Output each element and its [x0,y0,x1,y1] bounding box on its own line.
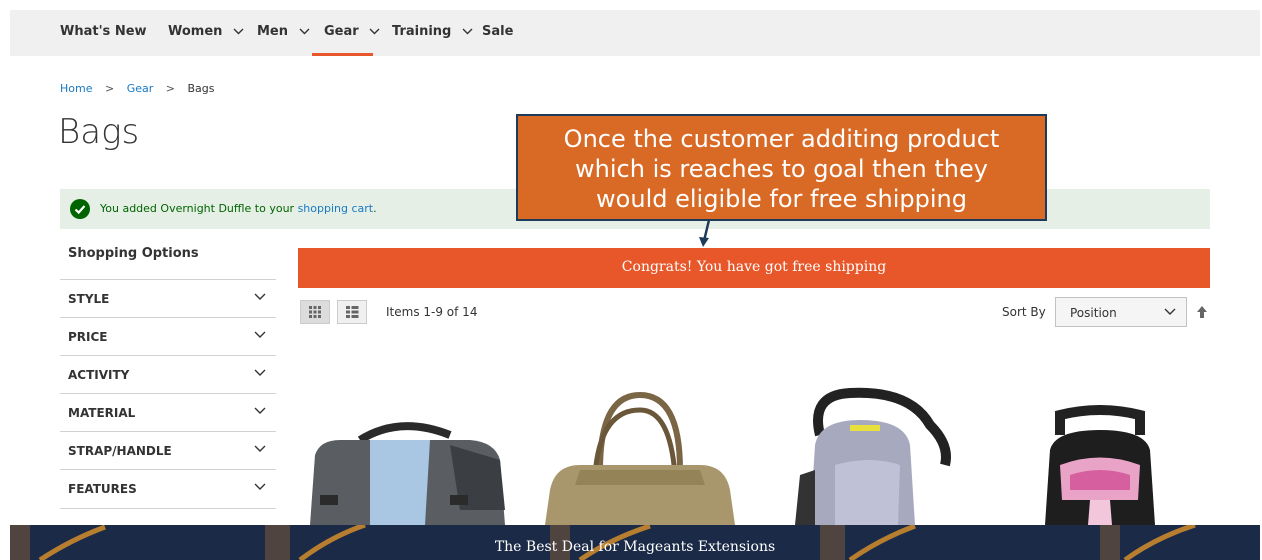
message-text: You added Overnight Duffle to your [100,202,298,215]
chevron-down-icon [233,28,244,35]
check-circle-icon [70,199,90,219]
top-navigation: What's New Women Men Gear Training Sale [10,10,1260,56]
filter-label: STYLE [68,292,110,306]
annotation-line: Once the customer additing product [563,125,1000,153]
filter-style[interactable]: STYLE [60,279,276,317]
grid-view-button[interactable] [300,300,330,324]
free-shipping-bar: Congrats! You have got free shipping [298,248,1210,288]
breadcrumb-separator: > [104,82,115,95]
annotation-callout: Once the customer additing product which… [516,114,1047,221]
promo-banner-text: The Best Deal for Mageants Extensions [494,539,776,555]
nav-item-label: What's New [60,24,147,39]
free-shipping-text: Congrats! You have got free shipping [621,259,887,275]
success-message-text: You added Overnight Duffle to your shopp… [100,202,377,215]
chevron-down-icon [299,28,310,35]
filter-label: STRAP/HANDLE [68,444,172,458]
nav-item-training[interactable]: Training [392,24,473,39]
nav-item-label: Men [257,24,289,39]
nav-item-whats-new[interactable]: What's New [60,24,147,39]
promo-banner[interactable]: The Best Deal for Mageants Extensions [10,525,1260,560]
product-image-messenger-bag[interactable] [300,400,520,525]
breadcrumb: Home > Gear > Bags [60,82,215,95]
filter-price[interactable]: PRICE [60,317,276,355]
chevron-down-icon [254,407,266,414]
chevron-down-icon [369,28,380,35]
chevron-down-icon [254,331,266,338]
page-title: Bags [58,112,140,152]
message-text: . [373,202,377,215]
chevron-down-icon [254,445,266,452]
annotation-line: which is reaches to goal then they [575,155,988,183]
breadcrumb-separator: > [165,82,175,95]
annotation-line: would eligible for free shipping [596,185,967,213]
product-image-grey-backpack[interactable] [780,385,960,525]
items-count: Items 1-9 of 14 [386,305,478,319]
filter-label: FEATURES [68,482,137,496]
sort-by-select[interactable]: Position [1055,297,1187,327]
list-view-button[interactable] [337,300,367,324]
annotation-text: Once the customer additing product which… [518,124,1045,214]
nav-item-men[interactable]: Men [257,24,310,39]
chevron-down-icon [254,483,266,490]
nav-item-label: Sale [482,24,514,39]
nav-item-women[interactable]: Women [168,24,244,39]
filter-material[interactable]: MATERIAL [60,393,276,431]
filter-label: PRICE [68,330,108,344]
breadcrumb-gear-link[interactable]: Gear [127,82,154,95]
grid-icon [309,306,321,318]
sort-by-label: Sort By [1002,305,1046,319]
nav-active-indicator [312,53,373,56]
shopping-options-title: Shopping Options [68,246,199,261]
chevron-down-icon [254,293,266,300]
filter-features[interactable]: FEATURES [60,469,276,507]
sort-direction-up-icon[interactable] [1196,305,1208,319]
filter-strap-handle[interactable]: STRAP/HANDLE [60,431,276,469]
breadcrumb-home-link[interactable]: Home [60,82,92,95]
shopping-cart-link[interactable]: shopping cart [298,202,374,215]
nav-item-label: Training [392,24,452,39]
product-image-pink-backpack[interactable] [1030,405,1170,525]
filter-label: MATERIAL [68,406,136,420]
sidebar-divider [60,508,276,509]
nav-item-label: Women [168,24,223,39]
sort-by-value: Position [1070,306,1117,320]
annotation-arrow-icon [699,219,711,247]
chevron-down-icon [1164,308,1176,315]
nav-item-sale[interactable]: Sale [482,24,513,39]
filter-label: ACTIVITY [68,368,130,382]
list-icon [346,306,359,318]
nav-item-gear[interactable]: Gear [324,24,380,39]
product-image-tote-bag[interactable] [540,390,740,525]
nav-item-label: Gear [324,24,359,39]
breadcrumb-current: Bags [187,82,215,95]
filter-activity[interactable]: ACTIVITY [60,355,276,393]
chevron-down-icon [462,28,473,35]
chevron-down-icon [254,369,266,376]
